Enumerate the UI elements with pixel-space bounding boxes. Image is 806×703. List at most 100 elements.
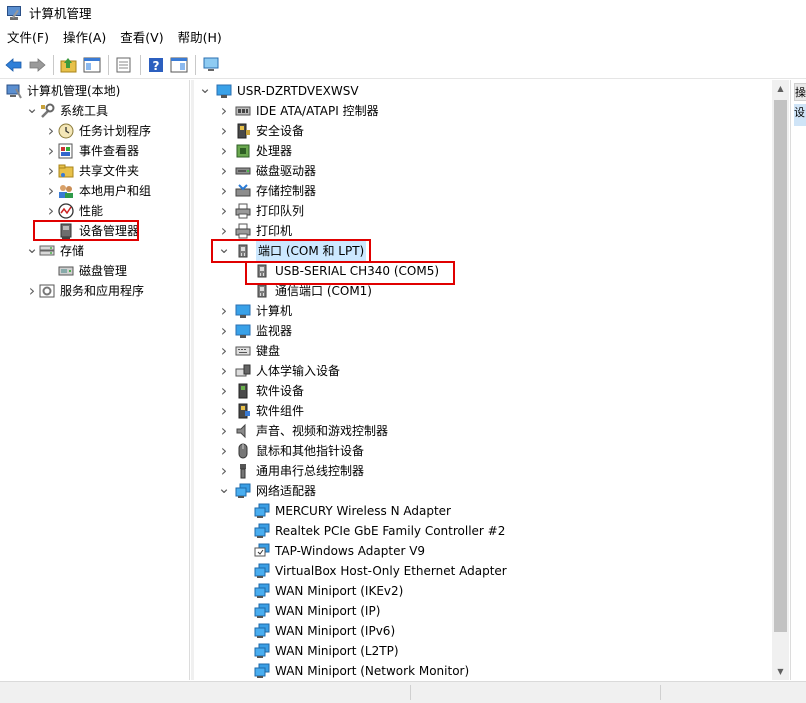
actions-pane-item[interactable]: 设 [794, 104, 806, 126]
chevron-right-icon[interactable]: › [44, 200, 58, 220]
chevron-right-icon[interactable]: › [25, 280, 39, 300]
chevron-right-icon[interactable]: › [217, 420, 231, 440]
users-icon [58, 183, 74, 199]
menu-action[interactable]: 操作(A) [56, 25, 113, 51]
forward-button[interactable] [26, 54, 48, 76]
menu-view[interactable]: 查看(V) [113, 25, 170, 51]
device-tree-item[interactable]: › 人体学输入设备 [217, 361, 340, 381]
device-tree-item[interactable]: › 监视器 [217, 321, 292, 341]
chevron-right-icon[interactable]: › [217, 300, 231, 320]
chevron-down-icon[interactable]: ⌄ [198, 80, 212, 98]
monitor-scan-icon [203, 57, 219, 71]
back-button[interactable] [3, 54, 25, 76]
chevron-right-icon[interactable]: › [44, 140, 58, 160]
chevron-right-icon[interactable]: › [44, 160, 58, 180]
computer-management-app-icon [6, 5, 23, 21]
chevron-right-icon[interactable]: › [217, 380, 231, 400]
console-tree-item[interactable]: 磁盘管理 [44, 261, 127, 281]
chevron-down-icon[interactable]: ⌄ [25, 238, 39, 258]
device-tree-label: 端口 (COM 和 LPT) [256, 241, 367, 261]
device-tree-label: 磁盘驱动器 [256, 164, 317, 178]
chevron-down-icon[interactable]: ⌄ [217, 238, 231, 258]
device-tree-item[interactable]: TAP-Windows Adapter V9 [236, 541, 425, 561]
device-tree-label: IDE ATA/ATAPI 控制器 [256, 104, 379, 118]
device-tree-item[interactable]: › 打印队列 [217, 201, 304, 221]
device-tree-item[interactable]: WAN Miniport (IKEv2) [236, 581, 403, 601]
device-tree-item[interactable]: WAN Miniport (IP) [236, 601, 380, 621]
console-tree-item[interactable]: › 性能 [44, 201, 103, 221]
chevron-right-icon[interactable]: › [44, 180, 58, 200]
chevron-right-icon[interactable]: › [217, 320, 231, 340]
device-tree-item[interactable]: › 软件设备 [217, 381, 304, 401]
device-tree-item[interactable]: WAN Miniport (IPv6) [236, 621, 395, 641]
chevron-right-icon[interactable]: › [217, 180, 231, 200]
device-tree-item[interactable]: › 软件组件 [217, 401, 304, 421]
chevron-right-icon[interactable]: › [217, 440, 231, 460]
console-tree-item[interactable]: › 共享文件夹 [44, 161, 139, 181]
chevron-right-icon[interactable]: › [217, 220, 231, 240]
device-tree-label: WAN Miniport (IPv6) [275, 624, 396, 638]
chevron-right-icon[interactable]: › [217, 360, 231, 380]
device-tree-label: 处理器 [256, 144, 293, 158]
printer-icon [235, 203, 251, 219]
console-tree-item[interactable]: › 任务计划程序 [44, 121, 151, 141]
device-tree-item[interactable]: ⌄ USR-DZRTDVEXWSV [198, 80, 359, 101]
console-tree-item[interactable]: ⌄ 存储 [25, 238, 84, 261]
device-tree-item[interactable]: ⌄ 端口 (COM 和 LPT) [217, 238, 367, 261]
device-tree-item[interactable]: 通信端口 (COM1) [236, 281, 372, 301]
console-tree-item[interactable]: › 本地用户和组 [44, 181, 151, 201]
chevron-right-icon[interactable]: › [217, 340, 231, 360]
chevron-right-icon[interactable]: › [217, 160, 231, 180]
device-tree-item[interactable]: › 通用串行总线控制器 [217, 461, 364, 481]
console-tree-item[interactable]: › 事件查看器 [44, 141, 139, 161]
chevron-right-icon[interactable]: › [217, 200, 231, 220]
device-tree-item[interactable]: WAN Miniport (L2TP) [236, 641, 399, 661]
console-tree-item[interactable]: 计算机管理(本地) [6, 81, 120, 101]
up-one-level-button[interactable] [58, 54, 80, 76]
chevron-right-icon[interactable]: › [217, 400, 231, 420]
device-tree-item[interactable]: › 磁盘驱动器 [217, 161, 316, 181]
chevron-right-icon[interactable]: › [217, 120, 231, 140]
device-tree-item[interactable]: MERCURY Wireless N Adapter [236, 501, 451, 521]
properties-button[interactable] [113, 54, 135, 76]
mouse-icon [235, 443, 251, 459]
console-tree-item[interactable]: ⌄ 系统工具 [25, 98, 108, 121]
scroll-down-icon[interactable]: ▼ [772, 663, 789, 680]
device-tree-item[interactable]: USB-SERIAL CH340 (COM5) [236, 261, 439, 281]
device-tree-item[interactable]: VirtualBox Host-Only Ethernet Adapter [236, 561, 507, 581]
chevron-right-icon[interactable]: › [44, 120, 58, 140]
show-hide-action-pane-button[interactable] [168, 54, 190, 76]
scrollbar-thumb[interactable] [774, 100, 787, 632]
menu-file[interactable]: 文件(F) [0, 25, 56, 51]
device-tree-label: 声音、视频和游戏控制器 [256, 424, 389, 438]
device-tree-label: 通用串行总线控制器 [256, 464, 365, 478]
device-tree-item[interactable]: › 存储控制器 [217, 181, 316, 201]
device-tree-label: 监视器 [256, 324, 293, 338]
device-tree-item[interactable]: › 声音、视频和游戏控制器 [217, 421, 388, 441]
device-tree-item[interactable]: › 处理器 [217, 141, 292, 161]
device-tree-item[interactable]: Realtek PCIe GbE Family Controller #2 [236, 521, 505, 541]
device-tree-item[interactable]: › 计算机 [217, 301, 292, 321]
chevron-down-icon[interactable]: ⌄ [217, 478, 231, 498]
network-tap-icon [254, 543, 270, 559]
scroll-up-icon[interactable]: ▲ [772, 80, 789, 97]
show-hide-console-tree-button[interactable] [81, 54, 103, 76]
chevron-right-icon[interactable]: › [217, 460, 231, 480]
software-device-icon [235, 383, 251, 399]
scan-hardware-button[interactable] [200, 54, 222, 76]
console-tree-item[interactable]: › 服务和应用程序 [25, 281, 144, 301]
vertical-scrollbar[interactable]: ▲ ▼ [772, 80, 789, 680]
chevron-down-icon[interactable]: ⌄ [25, 98, 39, 118]
chevron-right-icon[interactable]: › [217, 140, 231, 160]
device-tree-item[interactable]: › 键盘 [217, 341, 280, 361]
menu-help[interactable]: 帮助(H) [171, 25, 229, 51]
device-tree-item[interactable]: › IDE ATA/ATAPI 控制器 [217, 101, 379, 121]
device-tree-item[interactable]: WAN Miniport (Network Monitor) [236, 661, 469, 680]
device-tree-item[interactable]: › 鼠标和其他指针设备 [217, 441, 364, 461]
chevron-right-icon[interactable]: › [217, 100, 231, 120]
console-tree-item[interactable]: 设备管理器 [44, 221, 139, 241]
help-button[interactable]: ? [145, 54, 167, 76]
device-tree-item[interactable]: ⌄ 网络适配器 [217, 478, 316, 501]
device-tree-item[interactable]: › 安全设备 [217, 121, 304, 141]
